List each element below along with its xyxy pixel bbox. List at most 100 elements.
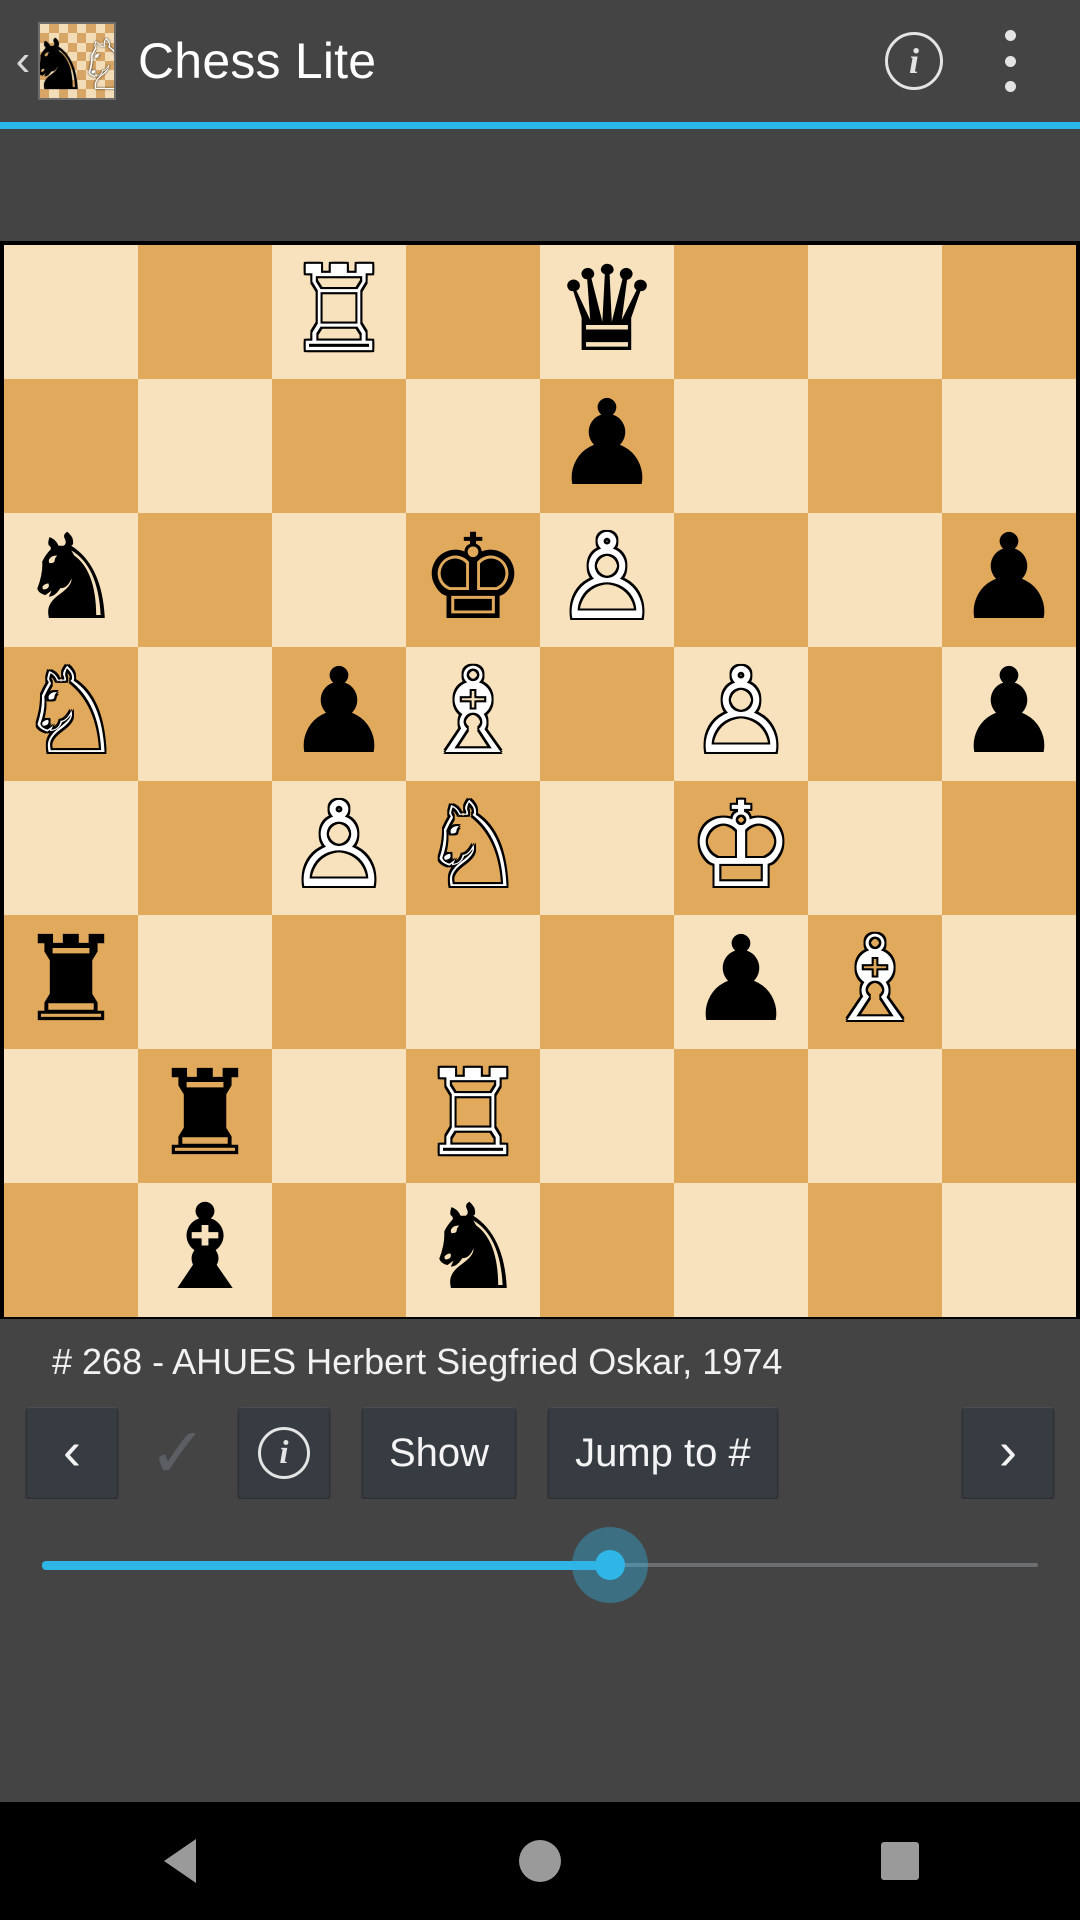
- board-square-e7[interactable]: ♟: [540, 379, 674, 513]
- board-square-d7[interactable]: [406, 379, 540, 513]
- chess-board[interactable]: ♖ ♛ ♟ ♞ ♚ ♙ ♟ ♘ ♟ ♗ ♙ ♟ ♙ ♘ ♔ ♜ ♟ ♗ ♜ ♖ ♝ ♞: [4, 245, 1076, 1317]
- board-square-h6[interactable]: ♟: [942, 513, 1076, 647]
- android-back-button[interactable]: [105, 1802, 255, 1920]
- piece-wB: ♗: [822, 914, 928, 1046]
- board-square-c1[interactable]: [272, 1183, 406, 1317]
- board-square-d8[interactable]: [406, 245, 540, 379]
- board-square-d4[interactable]: ♘: [406, 781, 540, 915]
- board-square-d2[interactable]: ♖: [406, 1049, 540, 1183]
- board-square-e6[interactable]: ♙: [540, 513, 674, 647]
- board-square-d3[interactable]: [406, 915, 540, 1049]
- board-square-a5[interactable]: ♘: [4, 647, 138, 781]
- board-square-c8[interactable]: ♖: [272, 245, 406, 379]
- board-square-c3[interactable]: [272, 915, 406, 1049]
- overflow-menu-button[interactable]: [962, 13, 1058, 109]
- board-square-c4[interactable]: ♙: [272, 781, 406, 915]
- board-square-a6[interactable]: ♞: [4, 513, 138, 647]
- board-square-e4[interactable]: [540, 781, 674, 915]
- board-square-a7[interactable]: [4, 379, 138, 513]
- board-square-g3[interactable]: ♗: [808, 915, 942, 1049]
- slider-fill: [42, 1560, 610, 1570]
- board-square-g4[interactable]: [808, 781, 942, 915]
- board-square-g8[interactable]: [808, 245, 942, 379]
- piece-bP: ♟: [956, 646, 1062, 778]
- show-button[interactable]: Show: [362, 1407, 517, 1499]
- board-square-h8[interactable]: [942, 245, 1076, 379]
- board-square-b2[interactable]: ♜: [138, 1049, 272, 1183]
- board-square-b5[interactable]: [138, 647, 272, 781]
- problem-info-button[interactable]: i: [238, 1407, 330, 1499]
- board-square-d1[interactable]: ♞: [406, 1183, 540, 1317]
- piece-bP: ♟: [286, 646, 392, 778]
- piece-wN: ♘: [18, 646, 124, 778]
- board-square-a1[interactable]: [4, 1183, 138, 1317]
- board-square-c2[interactable]: [272, 1049, 406, 1183]
- problem-slider[interactable]: [42, 1527, 1038, 1603]
- android-nav-bar: [0, 1802, 1080, 1920]
- board-square-f7[interactable]: [674, 379, 808, 513]
- piece-bP: ♟: [956, 512, 1062, 644]
- board-square-a8[interactable]: [4, 245, 138, 379]
- board-square-g6[interactable]: [808, 513, 942, 647]
- board-square-e1[interactable]: [540, 1183, 674, 1317]
- board-square-h4[interactable]: [942, 781, 1076, 915]
- board-square-g7[interactable]: [808, 379, 942, 513]
- board-square-f5[interactable]: ♙: [674, 647, 808, 781]
- board-square-e3[interactable]: [540, 915, 674, 1049]
- board-square-h1[interactable]: [942, 1183, 1076, 1317]
- accent-divider: [0, 122, 1080, 129]
- board-square-b6[interactable]: [138, 513, 272, 647]
- app-icon-knights: ♞♘: [40, 24, 114, 98]
- android-home-icon: [519, 1840, 561, 1882]
- piece-bN: ♞: [18, 512, 124, 644]
- board-square-c6[interactable]: [272, 513, 406, 647]
- board-square-f1[interactable]: [674, 1183, 808, 1317]
- board-square-c7[interactable]: [272, 379, 406, 513]
- board-square-e5[interactable]: [540, 647, 674, 781]
- board-square-a3[interactable]: ♜: [4, 915, 138, 1049]
- slider-thumb[interactable]: [594, 1550, 625, 1580]
- problem-slider-row: [0, 1499, 1080, 1631]
- info-button[interactable]: i: [866, 13, 962, 109]
- board-square-e2[interactable]: [540, 1049, 674, 1183]
- board-square-f2[interactable]: [674, 1049, 808, 1183]
- board-square-h5[interactable]: ♟: [942, 647, 1076, 781]
- previous-problem-button[interactable]: ‹: [26, 1407, 118, 1499]
- board-square-e8[interactable]: ♛: [540, 245, 674, 379]
- piece-wN: ♘: [420, 780, 526, 912]
- piece-bK: ♚: [420, 512, 526, 644]
- piece-bN: ♞: [420, 1182, 526, 1314]
- board-square-f3[interactable]: ♟: [674, 915, 808, 1049]
- board-square-f4[interactable]: ♔: [674, 781, 808, 915]
- problem-caption: # 268 - AHUES Herbert Siegfried Oskar, 1…: [0, 1319, 1080, 1399]
- android-home-button[interactable]: [465, 1802, 615, 1920]
- android-recents-button[interactable]: [825, 1802, 975, 1920]
- board-square-h3[interactable]: [942, 915, 1076, 1049]
- chess-board-frame: ♖ ♛ ♟ ♞ ♚ ♙ ♟ ♘ ♟ ♗ ♙ ♟ ♙ ♘ ♔ ♜ ♟ ♗ ♜ ♖ ♝ ♞: [0, 241, 1080, 1319]
- chevron-right-icon: ›: [999, 1421, 1017, 1481]
- board-square-f8[interactable]: [674, 245, 808, 379]
- board-square-h2[interactable]: [942, 1049, 1076, 1183]
- next-problem-button[interactable]: ›: [962, 1407, 1054, 1499]
- board-square-d6[interactable]: ♚: [406, 513, 540, 647]
- info-icon: i: [258, 1427, 310, 1479]
- board-square-b8[interactable]: [138, 245, 272, 379]
- board-square-a4[interactable]: [4, 781, 138, 915]
- board-square-h7[interactable]: [942, 379, 1076, 513]
- board-square-g2[interactable]: [808, 1049, 942, 1183]
- board-square-c5[interactable]: ♟: [272, 647, 406, 781]
- board-square-g5[interactable]: [808, 647, 942, 781]
- piece-bR: ♜: [18, 914, 124, 1046]
- board-square-b1[interactable]: ♝: [138, 1183, 272, 1317]
- board-square-a2[interactable]: [4, 1049, 138, 1183]
- board-square-d5[interactable]: ♗: [406, 647, 540, 781]
- board-square-b3[interactable]: [138, 915, 272, 1049]
- board-square-f6[interactable]: [674, 513, 808, 647]
- back-chevron-icon[interactable]: ‹: [6, 31, 40, 91]
- jump-to-number-button[interactable]: Jump to #: [548, 1407, 778, 1499]
- board-square-b4[interactable]: [138, 781, 272, 915]
- board-square-b7[interactable]: [138, 379, 272, 513]
- board-top-spacer: [0, 129, 1080, 241]
- chess-knights-app-icon[interactable]: ♞♘: [38, 22, 116, 100]
- board-square-g1[interactable]: [808, 1183, 942, 1317]
